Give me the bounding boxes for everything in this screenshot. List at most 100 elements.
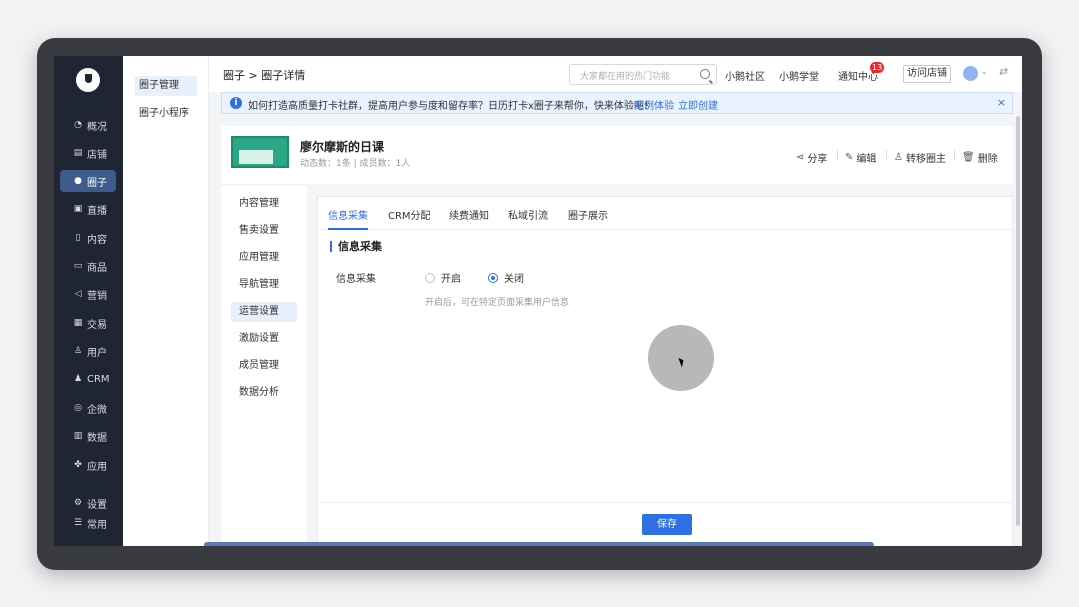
academy-link[interactable]: 小鹅学堂: [779, 68, 819, 83]
menu-item-3[interactable]: 导航管理: [231, 275, 297, 295]
transfer-owner-label: 转移圈主: [905, 154, 946, 165]
store-icon: ▤: [73, 148, 83, 158]
transfer-owner-button[interactable]: ♙ 转移圈主: [894, 150, 946, 165]
scrollbar[interactable]: [1016, 116, 1020, 526]
edit-button[interactable]: ✎ 编辑: [845, 150, 876, 165]
tab-1[interactable]: CRM分配: [388, 207, 431, 222]
nav-item-label: 直播: [87, 205, 107, 217]
nav-item-label: 应用: [87, 461, 107, 473]
cursor-highlight: [648, 325, 714, 391]
radio-disable-dot[interactable]: [488, 272, 498, 283]
radio-enable-dot[interactable]: [425, 272, 435, 283]
nav-item-6[interactable]: ◁ 营销: [60, 283, 116, 305]
screen: ◔ 概况 ▤ 店铺 ● 圈子 ▣ 直播 ▯ 内容 ▭ 商品 ◁ 营销 ▦ 交易 ♙ 用户 ♟ CRM ◎ 企微 ▥ 数据 ✤ 应用…: [54, 56, 1022, 546]
share-button[interactable]: ⋖ 分享: [796, 150, 827, 165]
divider: [837, 150, 838, 161]
community-link[interactable]: 小鹅社区: [725, 68, 765, 83]
menu-item-4[interactable]: 运营设置: [231, 302, 297, 322]
avatar[interactable]: [963, 66, 978, 81]
menu-item-1[interactable]: 售卖设置: [231, 221, 297, 241]
circle-icon: ●: [74, 176, 82, 186]
search-input[interactable]: 大家都在用的热门功能: [569, 64, 717, 85]
radio-enable[interactable]: 开启: [425, 270, 461, 285]
radio-disable[interactable]: 关闭: [488, 270, 524, 285]
marketing-icon: ◁: [74, 289, 82, 299]
radio-disable-label: 关闭: [504, 274, 524, 285]
subnav-item-miniprogram[interactable]: 圈子小程序: [135, 104, 197, 124]
menu-item-0[interactable]: 内容管理: [231, 194, 297, 214]
live-icon: ▣: [73, 204, 83, 214]
nav-item-label: 店铺: [87, 149, 107, 161]
nav-item-2[interactable]: ● 圈子: [60, 170, 116, 192]
delete-button[interactable]: 🗑 删除: [962, 150, 998, 165]
visit-store-button[interactable]: 访问店铺: [903, 65, 951, 83]
case-experience-link[interactable]: 案例体验: [634, 97, 674, 112]
nav-item-label: 企微: [87, 404, 107, 416]
nav-item-3[interactable]: ▣ 直播: [60, 198, 116, 220]
switch-icon[interactable]: ⇄: [999, 65, 1008, 78]
app-logo-icon[interactable]: [76, 68, 100, 92]
data-icon: ▥: [73, 431, 83, 441]
nav-item-4[interactable]: ▯ 内容: [60, 227, 116, 249]
menu-item-7[interactable]: 数据分析: [231, 383, 297, 403]
field-hint: 开启后，可在特定页面采集用户信息: [425, 298, 570, 308]
user-icon: ♙: [73, 346, 83, 356]
notice-text: 如何打造高质量打卡社群，提高用户参与度和留存率？日历打卡x圈子来帮你，快来体验吧…: [248, 101, 654, 112]
circle-title: 廖尔摩斯的日课: [300, 140, 385, 154]
notice-banner: i 如何打造高质量打卡社群，提高用户参与度和留存率？日历打卡x圈子来帮你，快来体…: [221, 92, 1013, 114]
nav-item-label: 营销: [87, 290, 107, 302]
circle-settings-menu: 内容管理售卖设置应用管理导航管理运营设置激励设置成员管理数据分析: [221, 186, 307, 546]
nav-item-13[interactable]: ⚙ 设置: [60, 492, 116, 514]
nav-item-9[interactable]: ♟ CRM: [60, 368, 116, 390]
nav-item-label: 设置: [87, 499, 107, 511]
nav-item-label: 常用: [87, 519, 107, 531]
nav-item-0[interactable]: ◔ 概况: [60, 114, 116, 136]
share-label: 分享: [807, 154, 828, 165]
wecom-icon: ◎: [74, 403, 82, 413]
divider: [954, 150, 955, 161]
nav-item-10[interactable]: ◎ 企微: [60, 397, 116, 419]
nav-item-label: 概况: [87, 121, 107, 133]
secondary-sidebar: 圈子管理 圈子小程序: [123, 56, 209, 546]
delete-label: 删除: [977, 154, 998, 165]
nav-item-1[interactable]: ▤ 店铺: [60, 142, 116, 164]
tab-0[interactable]: 信息采集: [328, 207, 368, 222]
notification-badge: 13: [870, 62, 885, 73]
trash-icon: 🗑: [962, 152, 975, 163]
create-now-link[interactable]: 立即创建: [678, 97, 718, 112]
top-bar: 圈子 > 圈子详情 大家都在用的热门功能 小鹅社区 小鹅学堂 通知中心 13 访…: [209, 56, 1022, 92]
nav-item-label: 内容: [87, 234, 107, 246]
subnav-item-circle-manage[interactable]: 圈子管理: [135, 76, 197, 96]
menu-item-5[interactable]: 激励设置: [231, 329, 297, 349]
nav-item-14[interactable]: ☰ 常用: [60, 512, 116, 534]
nav-item-11[interactable]: ▥ 数据: [60, 425, 116, 447]
nav-item-label: 交易: [87, 319, 107, 331]
nav-item-7[interactable]: ▦ 交易: [60, 312, 116, 334]
menu-item-6[interactable]: 成员管理: [231, 356, 297, 376]
overview-icon: ◔: [74, 120, 82, 130]
tab-4[interactable]: 圈子展示: [568, 207, 608, 222]
nav-item-5[interactable]: ▭ 商品: [60, 255, 116, 277]
chevron-down-icon[interactable]: ⌄: [981, 67, 988, 76]
search-placeholder: 大家都在用的热门功能: [580, 72, 671, 82]
footer-bar: 保存: [318, 502, 1012, 546]
nav-item-8[interactable]: ♙ 用户: [60, 340, 116, 362]
menu-item-2[interactable]: 应用管理: [231, 248, 297, 268]
close-icon[interactable]: ×: [997, 96, 1006, 109]
tab-3[interactable]: 私域引流: [508, 207, 548, 222]
tab-bar: 信息采集 CRM分配 续费通知 私域引流 圈子展示: [318, 197, 1012, 230]
search-icon[interactable]: [700, 69, 710, 79]
device-frame: ◔ 概况 ▤ 店铺 ● 圈子 ▣ 直播 ▯ 内容 ▭ 商品 ◁ 营销 ▦ 交易 ♙ 用户 ♟ CRM ◎ 企微 ▥ 数据 ✤ 应用…: [37, 38, 1042, 570]
content-icon: ▯: [75, 233, 81, 243]
nav-item-12[interactable]: ✤ 应用: [60, 454, 116, 476]
save-button[interactable]: 保存: [642, 514, 692, 535]
edit-icon: ✎: [845, 152, 854, 163]
settings-panel: 信息采集 CRM分配 续费通知 私域引流 圈子展示 信息采集 信息采集 开启 关闭 开启…: [317, 196, 1013, 546]
divider: [886, 150, 887, 161]
settings-icon: ⚙: [73, 498, 83, 508]
nav-item-label: CRM: [87, 373, 110, 385]
info-icon: i: [230, 97, 242, 109]
nav-item-label: 用户: [87, 347, 107, 359]
crm-icon: ♟: [73, 374, 83, 384]
tab-2[interactable]: 续费通知: [449, 207, 489, 222]
